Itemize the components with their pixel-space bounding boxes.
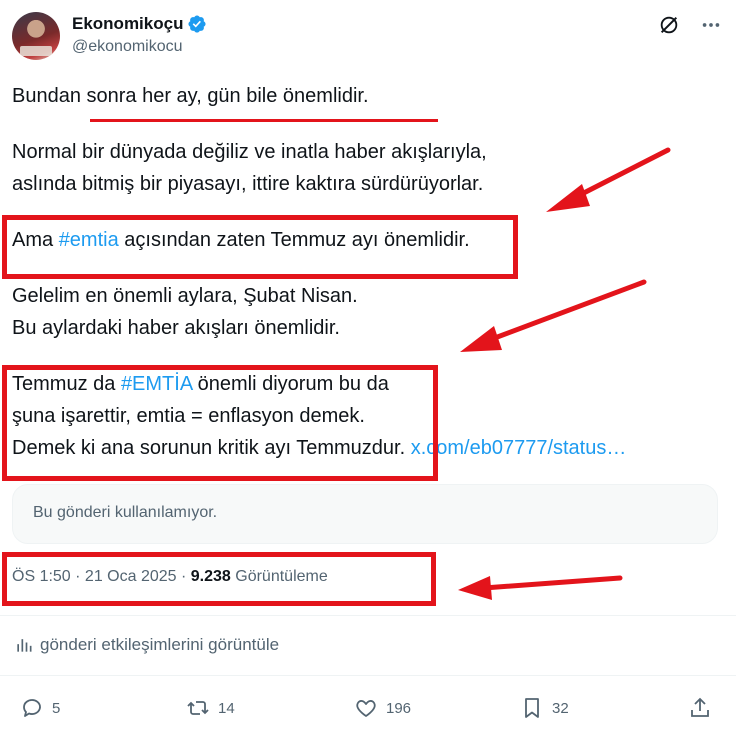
view-engagements-link[interactable]: gönderi etkileşimlerini görüntüle [14, 635, 279, 655]
paragraph-4: Gelelim en önemli aylara, Şubat Nisan. B… [12, 280, 712, 344]
like-count: 196 [386, 699, 412, 717]
author-handle[interactable]: @ekonomikocu [72, 38, 183, 56]
arrow-3 [458, 575, 623, 600]
action-bar: 5 14 196 32 [0, 690, 736, 730]
analytics-icon [17, 639, 32, 652]
divider [0, 675, 736, 676]
text-line: Bundan sonra her ay, gün bile önemlidir. [12, 85, 369, 107]
reply-button[interactable]: 5 [20, 696, 60, 720]
analytics-label[interactable]: gönderi etkileşimlerini görüntüle [40, 635, 279, 655]
author-name[interactable]: Ekonomikoçu [72, 14, 183, 34]
grok-icon[interactable] [658, 14, 680, 36]
tweet-header: Ekonomikoçu @ekonomikocu [12, 12, 724, 64]
repost-count: 14 [218, 699, 235, 717]
annotation-box-temmuz [2, 365, 438, 481]
timestamp[interactable]: ÖS 1:50 · 21 Oca 2025 · [12, 568, 191, 585]
reply-count: 5 [52, 699, 61, 717]
reply-icon [23, 699, 41, 717]
author-name-row: Ekonomikoçu [72, 14, 207, 34]
like-icon [356, 700, 376, 717]
share-button[interactable] [688, 696, 712, 720]
quoted-post-link[interactable]: x.com/eb07777/status… [411, 437, 627, 459]
text-line: Gelelim en önemli aylara, Şubat Nisan. [12, 285, 358, 307]
views-count: 9.238 [190, 568, 231, 585]
bookmark-button[interactable]: 32 [520, 696, 569, 720]
bookmark-icon [525, 698, 539, 718]
unavailable-post-card: Bu gönderi kullanılamıyor. [12, 484, 718, 544]
text-line: Bu aylardaki haber akışları önemlidir. [12, 317, 340, 339]
repost-icon [187, 701, 209, 715]
views-label: Görüntüleme [230, 568, 328, 585]
repost-button[interactable]: 14 [186, 696, 235, 720]
share-icon [691, 697, 709, 717]
verified-badge-icon [188, 15, 207, 33]
paragraph-1: Bundan sonra her ay, gün bile önemlidir. [12, 80, 712, 112]
annotation-box-emtia [2, 215, 518, 279]
more-icon[interactable] [700, 14, 722, 36]
text-line: Normal bir dünyada değiliz ve inatla hab… [12, 141, 487, 163]
paragraph-2: Normal bir dünyada değiliz ve inatla hab… [12, 136, 712, 200]
text-line: aslında bitmiş bir piyasayı, ittire kakt… [12, 173, 484, 195]
annotation-underline [90, 119, 438, 122]
avatar[interactable] [12, 12, 60, 60]
like-button[interactable]: 196 [354, 696, 411, 720]
post-meta: ÖS 1:50 · 21 Oca 2025 · 9.238 Görüntülem… [12, 568, 328, 586]
bookmark-count: 32 [552, 699, 569, 717]
divider [0, 615, 736, 616]
